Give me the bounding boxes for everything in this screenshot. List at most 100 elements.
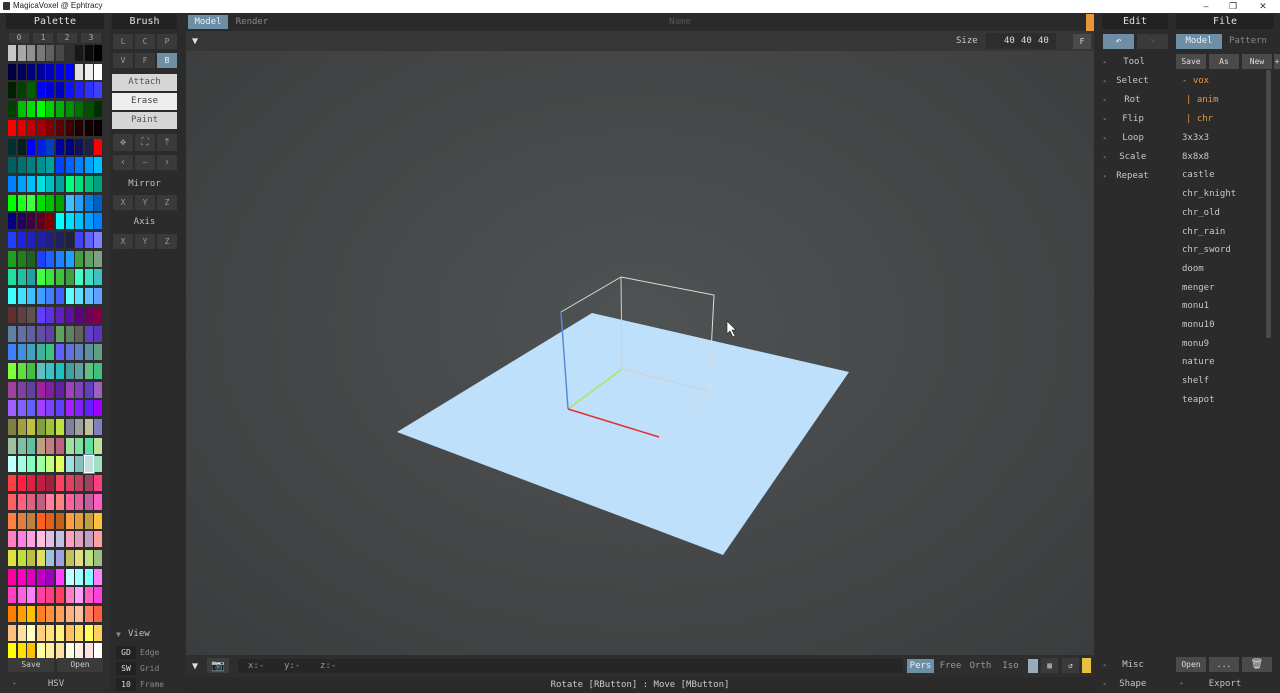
palette-swatch[interactable] [8,531,16,548]
palette-swatch[interactable] [36,643,45,660]
palette-swatch[interactable] [56,119,64,136]
palette-swatch[interactable] [65,232,74,248]
palette-swatch[interactable] [36,63,45,80]
view-collapse-icon[interactable]: ▼ [116,630,121,639]
palette-swatch[interactable] [75,175,84,192]
palette-swatch[interactable] [8,175,16,192]
reset-view-icon[interactable]: ↺ [1062,658,1079,673]
palette-swatch[interactable] [65,400,74,417]
palette-swatch[interactable] [46,568,55,585]
palette-swatch[interactable] [84,82,93,99]
palette-swatch[interactable] [84,101,93,118]
palette-swatch[interactable] [75,400,84,417]
palette-swatch[interactable] [8,512,16,529]
palette-swatch[interactable] [27,45,36,61]
file-item-monu9[interactable]: monu9 [1182,339,1209,349]
palette-swatch[interactable] [84,157,93,174]
dropdown-arrow-icon[interactable]: ▼ [192,36,198,47]
palette-swatch[interactable] [75,138,84,155]
view-pers-button[interactable]: Pers [907,659,934,673]
next-arrow-icon[interactable]: › [157,155,177,170]
extrude-icon[interactable]: ⤒ [157,134,177,151]
palette-swatch[interactable] [8,232,16,248]
palette-swatch[interactable] [36,437,45,454]
palette-swatch[interactable] [75,82,84,99]
palette-swatch[interactable] [27,381,36,398]
palette-swatch[interactable] [27,643,36,660]
brush-c-button[interactable]: C [135,34,155,49]
color-swatch-icon[interactable] [1028,659,1038,673]
brush-l-button[interactable]: L [113,34,133,49]
palette-swatch[interactable] [56,306,64,323]
palette-swatch[interactable] [27,362,36,379]
folder-anim[interactable]: | anim [1186,95,1219,105]
palette-swatch[interactable] [27,344,36,361]
palette-swatch[interactable] [56,512,64,529]
palette-swatch[interactable] [36,82,45,99]
palette-swatch[interactable] [8,101,16,118]
file-more-button[interactable]: ... [1209,657,1239,672]
file-save-as-button[interactable]: As [1209,54,1239,69]
file-item-chr_rain[interactable]: chr_rain [1182,227,1225,237]
palette-swatch[interactable] [17,288,26,305]
edit-rot-item[interactable]: ▸ Rot [1103,95,1168,105]
palette-swatch[interactable] [8,493,16,510]
palette-swatch[interactable] [36,175,45,192]
palette-swatch[interactable] [17,400,26,417]
palette-swatch[interactable] [75,419,84,435]
palette-swatch[interactable] [36,606,45,622]
palette-swatch[interactable] [46,624,55,641]
palette-swatch[interactable] [75,119,84,136]
palette-swatch[interactable] [36,194,45,211]
file-item-teapot[interactable]: teapot [1182,395,1215,405]
size-z-field[interactable]: 40 [1038,36,1049,46]
palette-swatch[interactable] [8,344,16,361]
palette-swatch[interactable] [8,325,16,342]
select-region-icon[interactable]: ⛶ [135,134,155,151]
view-frame-key[interactable]: 10 [116,678,136,691]
palette-swatch[interactable] [27,606,36,622]
palette-swatch[interactable] [75,306,84,323]
palette-swatch[interactable] [8,362,16,379]
model-name-field[interactable]: Name [280,15,1080,29]
palette-swatch[interactable] [17,456,26,473]
palette-swatch[interactable] [75,568,84,585]
palette-swatch[interactable] [56,493,64,510]
palette-swatch[interactable] [84,419,93,435]
palette-swatch[interactable] [27,493,36,510]
palette-swatch[interactable] [84,437,93,454]
palette-swatch[interactable] [84,306,93,323]
palette-swatch[interactable] [84,587,93,604]
palette-swatch[interactable] [56,362,64,379]
palette-swatch[interactable] [65,381,74,398]
palette-swatch[interactable] [27,624,36,641]
palette-swatch[interactable] [8,82,16,99]
palette-swatch[interactable] [65,419,74,435]
palette-swatch[interactable] [56,549,64,566]
palette-swatch[interactable] [56,213,64,230]
palette-swatch[interactable] [36,587,45,604]
palette-swatch[interactable] [46,138,55,155]
palette-swatch[interactable] [17,606,26,622]
palette-swatch[interactable] [65,362,74,379]
palette-swatch[interactable] [36,344,45,361]
palette-swatch[interactable] [65,157,74,174]
palette-swatch[interactable] [27,288,36,305]
palette-swatch[interactable] [36,119,45,136]
palette-swatch[interactable] [46,175,55,192]
palette-swatch[interactable] [46,549,55,566]
palette-swatch[interactable] [75,587,84,604]
palette-swatch[interactable] [94,306,103,323]
palette-swatch[interactable] [94,213,103,230]
palette-swatch[interactable] [36,531,45,548]
palette-swatch[interactable] [36,568,45,585]
palette-swatch[interactable] [75,549,84,566]
palette-swatch[interactable] [56,606,64,622]
palette-swatch[interactable] [17,157,26,174]
palette-swatch[interactable] [36,157,45,174]
palette-swatch[interactable] [17,344,26,361]
grid-view-icon[interactable]: ▦ [1041,658,1058,673]
palette-swatch[interactable] [94,512,103,529]
palette-swatch[interactable] [17,512,26,529]
palette-swatch[interactable] [46,493,55,510]
